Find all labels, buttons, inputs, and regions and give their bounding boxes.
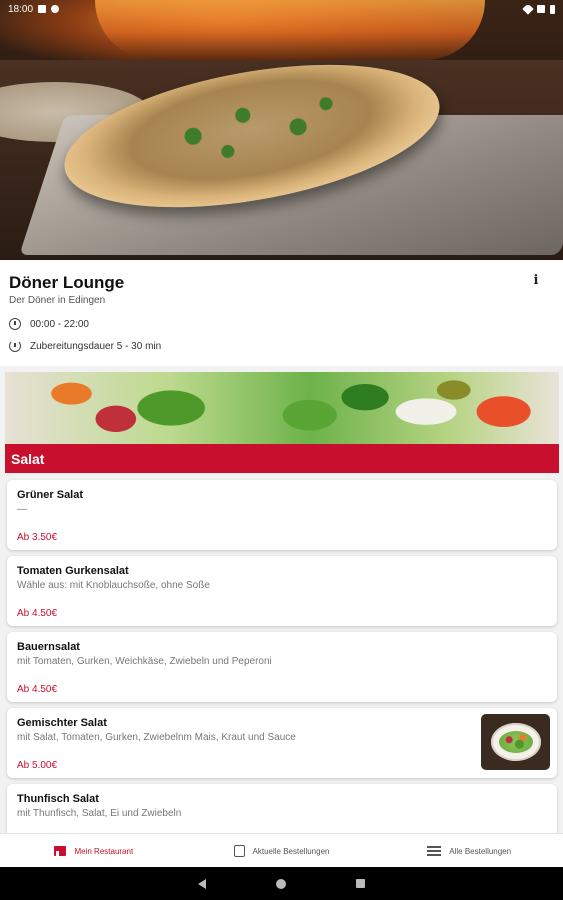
nav-current-orders[interactable]: Aktuelle Bestellungen bbox=[188, 834, 376, 868]
category-image bbox=[5, 372, 559, 444]
home-icon[interactable] bbox=[276, 878, 286, 889]
category-title: Salat bbox=[5, 444, 559, 473]
menu-item-price: Ab 3.50€ bbox=[17, 532, 58, 543]
prep-time-text: Zubereitungsdauer 5 - 30 min bbox=[30, 340, 162, 352]
menu-item[interactable]: Bauernsalat mit Tomaten, Gurken, Weichkä… bbox=[7, 632, 557, 702]
menu-item-description: — bbox=[17, 504, 27, 515]
list-icon bbox=[427, 846, 442, 856]
bottom-navigation: Mein Restaurant Aktuelle Bestellungen Al… bbox=[0, 833, 563, 868]
clock-icon bbox=[9, 318, 21, 330]
category-name: Salat bbox=[11, 450, 45, 467]
prep-time: Zubereitungsdauer 5 - 30 min bbox=[9, 340, 161, 352]
opening-hours-text: 00:00 - 22:00 bbox=[30, 318, 89, 330]
menu-item-description: mit Tomaten, Gurken, Weichkäse, Zwiebeln… bbox=[17, 656, 272, 667]
nav-label: Alle Bestellungen bbox=[449, 846, 512, 856]
notification-icon bbox=[38, 5, 47, 13]
menu-item-price: Ab 4.50€ bbox=[17, 684, 58, 695]
restaurant-name: Döner Lounge bbox=[9, 273, 125, 292]
nav-label: Aktuelle Bestellungen bbox=[252, 846, 330, 856]
menu-item-name: Bauernsalat bbox=[17, 641, 80, 653]
nav-label: Mein Restaurant bbox=[74, 846, 134, 856]
restaurant-tagline: Der Döner in Edingen bbox=[9, 295, 106, 306]
menu-item-description: Wähle aus: mit Knoblauchsoße, ohne Soße bbox=[17, 580, 210, 591]
shopping-bag-icon bbox=[233, 845, 245, 857]
nav-all-orders[interactable]: Alle Bestellungen bbox=[375, 834, 563, 868]
menu-item-description: mit Thunfisch, Salat, Ei und Zwiebeln bbox=[17, 808, 182, 819]
recent-apps-icon[interactable] bbox=[356, 879, 365, 888]
wifi-icon bbox=[522, 3, 534, 15]
menu-item[interactable]: Tomaten Gurkensalat Wähle aus: mit Knobl… bbox=[7, 556, 557, 626]
menu-item-name: Thunfisch Salat bbox=[17, 793, 99, 805]
back-icon[interactable] bbox=[198, 878, 206, 889]
menu-item-description: mit Salat, Tomaten, Gurken, Zwiebelnm Ma… bbox=[17, 732, 296, 743]
restaurant-header-image bbox=[0, 0, 563, 260]
menu-item-image bbox=[481, 714, 550, 770]
menu-item-name: Gemischter Salat bbox=[17, 717, 107, 729]
opening-hours: 00:00 - 22:00 bbox=[9, 318, 89, 330]
nav-my-restaurant[interactable]: Mein Restaurant bbox=[0, 834, 188, 868]
battery-icon bbox=[550, 4, 555, 14]
menu-item-price: Ab 5.00€ bbox=[17, 760, 58, 771]
notification-icon bbox=[51, 5, 60, 13]
menu-item[interactable]: Grüner Salat — Ab 3.50€ bbox=[7, 480, 557, 550]
system-navigation-bar bbox=[0, 867, 563, 900]
signal-icon bbox=[537, 5, 545, 13]
menu-item[interactable]: Gemischter Salat mit Salat, Tomaten, Gur… bbox=[7, 708, 557, 778]
timer-icon bbox=[9, 340, 21, 352]
store-icon bbox=[54, 846, 67, 856]
restaurant-info: Döner Lounge Der Döner in Edingen 00:00 … bbox=[0, 260, 563, 366]
menu-item-price: Ab 4.50€ bbox=[17, 608, 58, 619]
status-bar: 18:00 bbox=[0, 0, 563, 18]
info-icon[interactable]: i bbox=[529, 273, 543, 289]
status-time: 18:00 bbox=[8, 3, 34, 15]
menu-item-name: Grüner Salat bbox=[17, 489, 84, 501]
menu-item-name: Tomaten Gurkensalat bbox=[17, 565, 129, 577]
